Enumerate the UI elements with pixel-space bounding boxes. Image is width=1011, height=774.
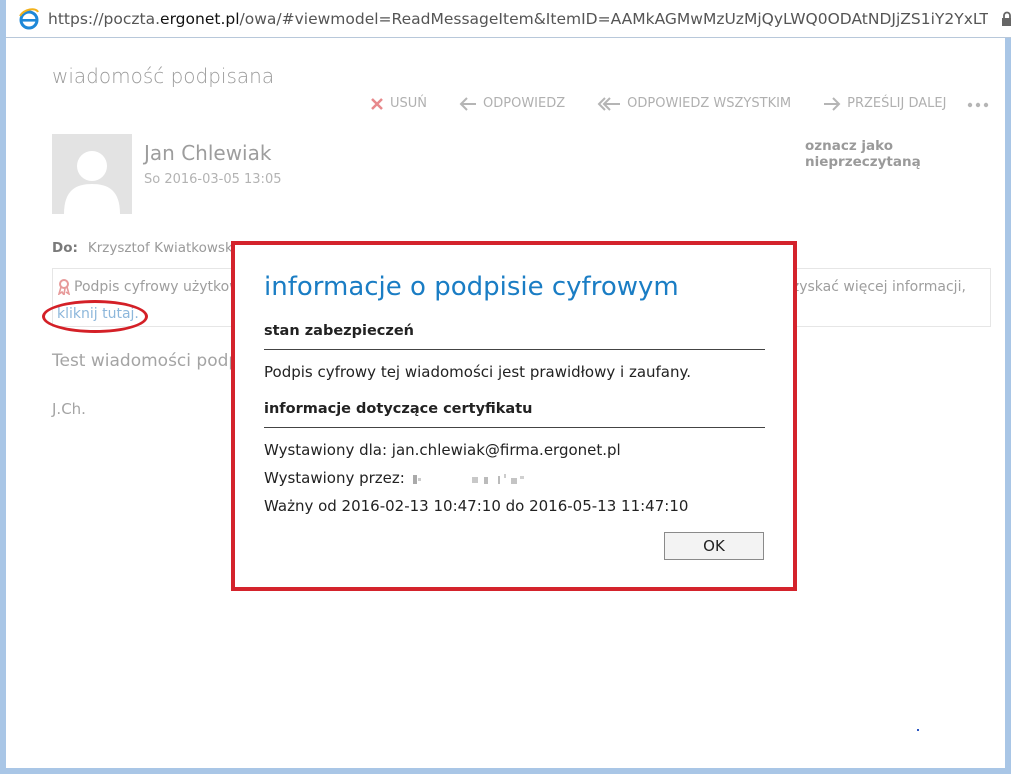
address-bar[interactable]: https://poczta.ergonet.pl/owa/#viewmodel… [6,0,1011,38]
certificate-info-heading: informacje dotyczące certyfikatu [264,401,533,417]
highlight-ellipse [42,300,148,333]
delete-label: USUŃ [390,96,428,111]
reply-button[interactable]: ODPOWIEDZ [459,96,565,111]
redacted-value [412,473,524,484]
dot-mark [917,729,919,731]
person-icon [64,151,120,214]
sent-date: So 2016-03-05 13:05 [144,172,282,187]
browser-window: https://poczta.ergonet.pl/owa/#viewmodel… [0,0,1011,774]
certificate-ribbon-icon [58,279,70,295]
message-subject: wiadomość podpisana [52,64,275,88]
reply-all-label: ODPOWIEDZ WSZYSTKIM [627,96,792,111]
signature-info-dialog: informacje o podpisie cyfrowym stan zabe… [231,241,797,591]
url-text[interactable]: https://poczta.ergonet.pl/owa/#viewmodel… [48,10,988,28]
lock-icon[interactable] [1001,11,1011,27]
divider [264,349,765,350]
issued-by-label: Wystawiony przez: [264,469,405,487]
mark-unread-link[interactable]: oznacz jako nieprzeczytaną [805,138,1005,170]
internet-explorer-icon [19,7,39,29]
arrow-left-icon [459,96,477,111]
issued-to-text: Wystawiony dla: jan.chlewiak@firma.ergon… [264,441,621,459]
arrow-right-icon [824,96,841,111]
validity-text: Ważny od 2016-02-13 10:47:10 do 2016-05-… [264,497,689,515]
to-label: Do: [52,240,78,256]
sender-avatar [52,134,132,214]
close-icon [371,97,383,110]
reply-all-button[interactable]: ODPOWIEDZ WSZYSTKIM [597,96,791,111]
message-toolbar: USUŃ ODPOWIEDZ ODPOWIEDZ WSZYSTKIM PRZEŚ… [370,96,978,111]
recipient-name[interactable]: Krzysztof Kwiatkowski [88,240,237,256]
url-domain: ergonet.pl [160,9,240,28]
ok-button[interactable]: OK [664,532,764,560]
url-path: /owa/#viewmodel=ReadMessageItem&ItemID=A… [239,9,988,28]
issued-by-row: Wystawiony przez: [264,469,547,487]
more-options-icon[interactable] [967,102,989,108]
reply-label: ODPOWIEDZ [483,96,566,111]
sender-name[interactable]: Jan Chlewiak [144,141,271,165]
security-status-text: Podpis cyfrowy tej wiadomości jest prawi… [264,363,692,381]
signature-banner-text: Podpis cyfrowy użytkown [74,279,250,295]
delete-button[interactable]: USUŃ [370,96,427,111]
forward-button[interactable]: PRZEŚLIJ DALEJ [823,96,946,111]
dialog-title: informacje o podpisie cyfrowym [264,272,679,302]
double-arrow-left-icon [597,96,621,111]
security-status-heading: stan zabezpieczeń [264,323,414,339]
message-body-line: Test wiadomości podpi [52,351,244,371]
divider [264,427,765,428]
forward-label: PRZEŚLIJ DALEJ [847,96,947,111]
signature-banner-text-end: uzyskać więcej informacji, [783,279,966,295]
message-body-signature: J.Ch. [52,400,86,418]
url-prefix: https://poczta. [48,9,161,28]
recipients-row: Do: Krzysztof Kwiatkowski [52,240,237,256]
